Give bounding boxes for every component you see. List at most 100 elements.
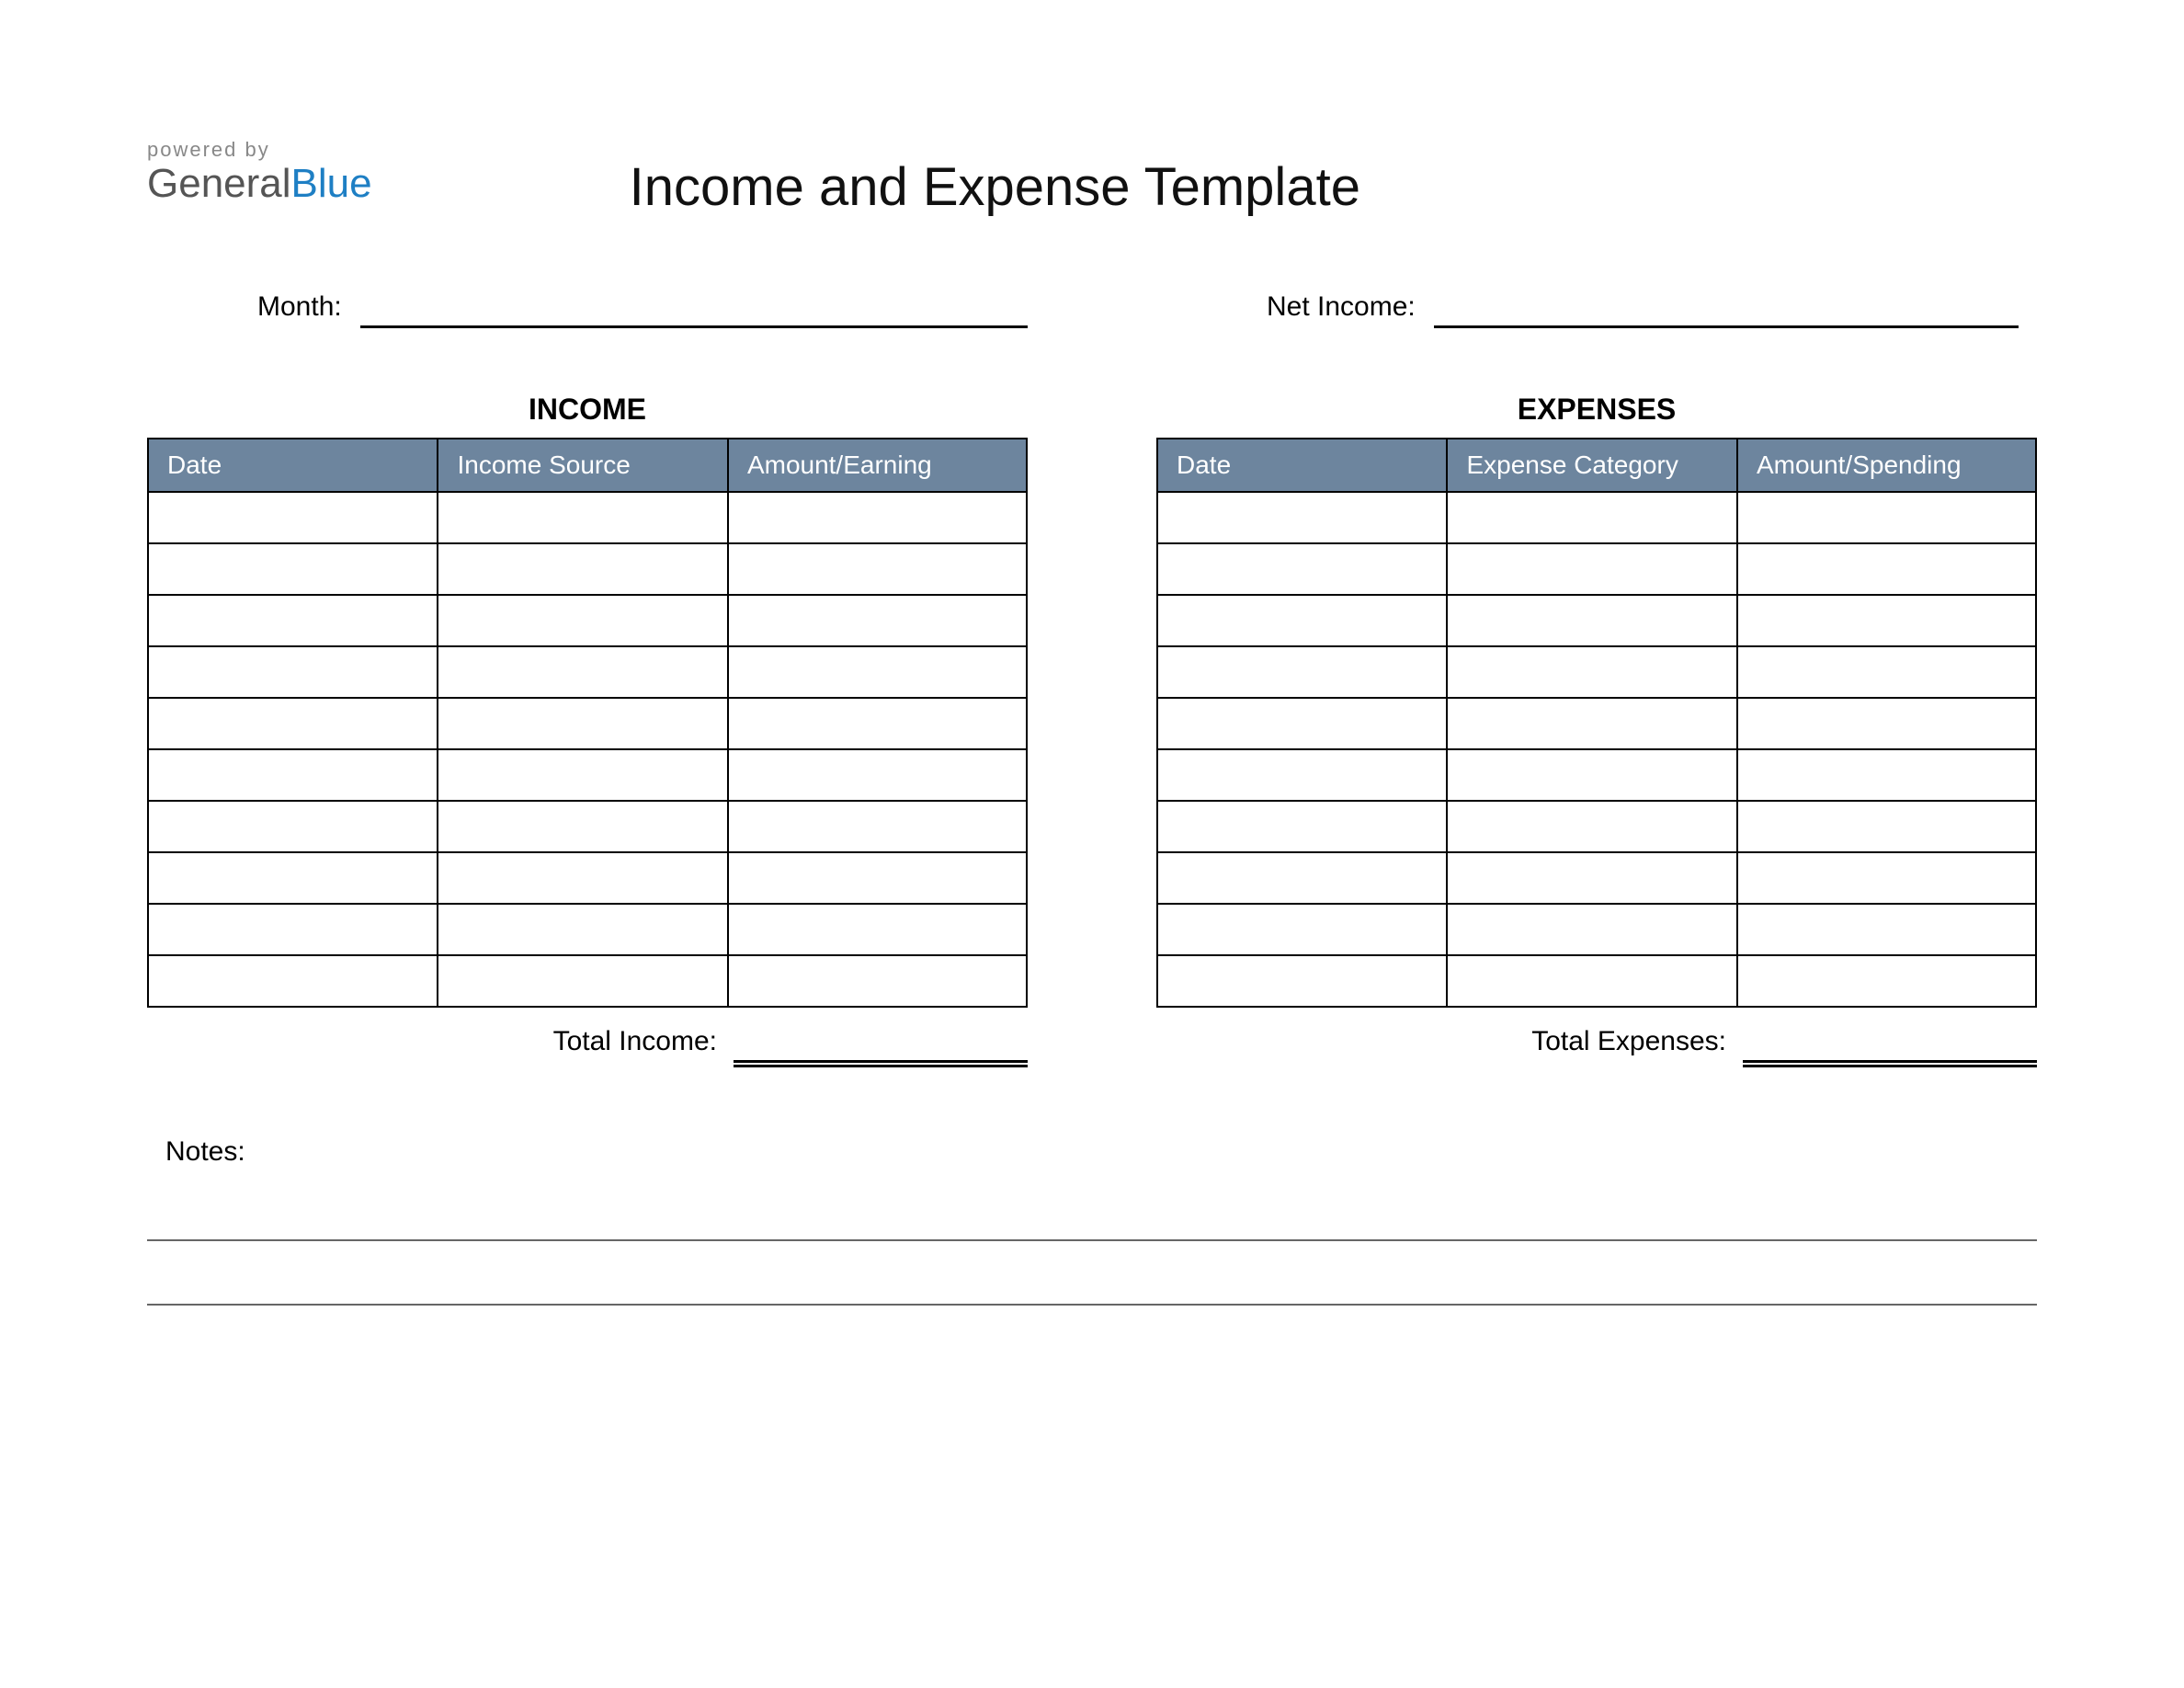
expenses-cell[interactable] [1447,801,1736,852]
income-cell[interactable] [148,646,438,698]
expenses-row [1157,955,2036,1007]
expenses-cell[interactable] [1447,955,1736,1007]
income-total-line[interactable] [734,1030,1028,1063]
expenses-cell[interactable] [1447,595,1736,646]
expenses-header-row: Date Expense Category Amount/Spending [1157,439,2036,492]
income-cell[interactable] [148,801,438,852]
income-cell[interactable] [438,801,727,852]
net-income-field-group: Net Income: [1156,291,2019,328]
expenses-cell[interactable] [1157,492,1447,543]
expenses-cell[interactable] [1737,646,2036,698]
expenses-cell[interactable] [1157,543,1447,595]
expenses-total-label: Total Expenses: [1531,1026,1726,1063]
expenses-cell[interactable] [1737,801,2036,852]
expenses-cell[interactable] [1447,492,1736,543]
income-cell[interactable] [728,852,1027,904]
expenses-row [1157,749,2036,801]
income-cell[interactable] [438,595,727,646]
expenses-cell[interactable] [1737,492,2036,543]
income-cell[interactable] [148,698,438,749]
income-cell[interactable] [438,749,727,801]
expenses-cell[interactable] [1157,595,1447,646]
expenses-cell[interactable] [1737,852,2036,904]
income-total-row: Total Income: [147,1026,1028,1063]
income-cell[interactable] [148,749,438,801]
expenses-cell[interactable] [1157,852,1447,904]
expenses-row [1157,801,2036,852]
expenses-cell[interactable] [1737,595,2036,646]
expenses-cell[interactable] [1737,955,2036,1007]
expenses-cell[interactable] [1447,904,1736,955]
expenses-cell[interactable] [1447,749,1736,801]
income-cell[interactable] [148,904,438,955]
expenses-header-date: Date [1157,439,1447,492]
expenses-header-category: Expense Category [1447,439,1736,492]
income-cell[interactable] [728,749,1027,801]
month-label: Month: [257,291,342,328]
expenses-cell[interactable] [1447,646,1736,698]
income-tbody [148,492,1027,1007]
notes-line[interactable] [147,1260,2037,1306]
expenses-cell[interactable] [1447,698,1736,749]
income-cell[interactable] [148,852,438,904]
income-cell[interactable] [438,904,727,955]
income-header-amount: Amount/Earning [728,439,1027,492]
month-input-line[interactable] [360,293,1028,328]
income-cell[interactable] [438,955,727,1007]
month-field-group: Month: [165,291,1028,328]
expenses-cell[interactable] [1737,698,2036,749]
income-table: Date Income Source Amount/Earning [147,438,1028,1008]
income-row [148,749,1027,801]
income-cell[interactable] [728,698,1027,749]
expenses-row [1157,595,2036,646]
top-fields: Month: Net Income: [147,291,2037,328]
income-cell[interactable] [728,801,1027,852]
header: powered by GeneralBlue Income and Expens… [147,138,2037,218]
income-cell[interactable] [148,955,438,1007]
expenses-cell[interactable] [1157,698,1447,749]
expenses-cell[interactable] [1157,955,1447,1007]
income-cell[interactable] [148,492,438,543]
income-header-source: Income Source [438,439,727,492]
expenses-cell[interactable] [1737,749,2036,801]
page-title: Income and Expense Template [630,156,2037,218]
brand-blue: Blue [291,161,372,206]
income-cell[interactable] [438,646,727,698]
expenses-row [1157,543,2036,595]
expenses-cell[interactable] [1737,543,2036,595]
expenses-row [1157,852,2036,904]
income-header-row: Date Income Source Amount/Earning [148,439,1027,492]
income-cell[interactable] [728,543,1027,595]
income-row [148,492,1027,543]
income-cell[interactable] [728,646,1027,698]
income-cell[interactable] [148,595,438,646]
expenses-section: EXPENSES Date Expense Category Amount/Sp… [1156,393,2037,1063]
net-income-input-line[interactable] [1434,293,2019,328]
income-row [148,904,1027,955]
income-row [148,595,1027,646]
income-cell[interactable] [438,698,727,749]
logo: powered by GeneralBlue [147,138,372,204]
income-cell[interactable] [728,955,1027,1007]
income-row [148,801,1027,852]
income-cell[interactable] [728,595,1027,646]
expenses-cell[interactable] [1157,646,1447,698]
notes-line[interactable] [147,1195,2037,1241]
expenses-cell[interactable] [1447,543,1736,595]
brand-general: General [147,161,291,206]
income-cell[interactable] [728,904,1027,955]
income-cell[interactable] [438,492,727,543]
expenses-cell[interactable] [1447,852,1736,904]
income-cell[interactable] [438,543,727,595]
expenses-header-amount: Amount/Spending [1737,439,2036,492]
income-cell[interactable] [728,492,1027,543]
income-cell[interactable] [148,543,438,595]
expenses-cell[interactable] [1737,904,2036,955]
expenses-cell[interactable] [1157,801,1447,852]
expenses-total-line[interactable] [1743,1030,2037,1063]
powered-by-text: powered by [147,138,372,162]
income-cell[interactable] [438,852,727,904]
expenses-cell[interactable] [1157,904,1447,955]
expenses-cell[interactable] [1157,749,1447,801]
tables-container: INCOME Date Income Source Amount/Earning… [147,393,2037,1063]
